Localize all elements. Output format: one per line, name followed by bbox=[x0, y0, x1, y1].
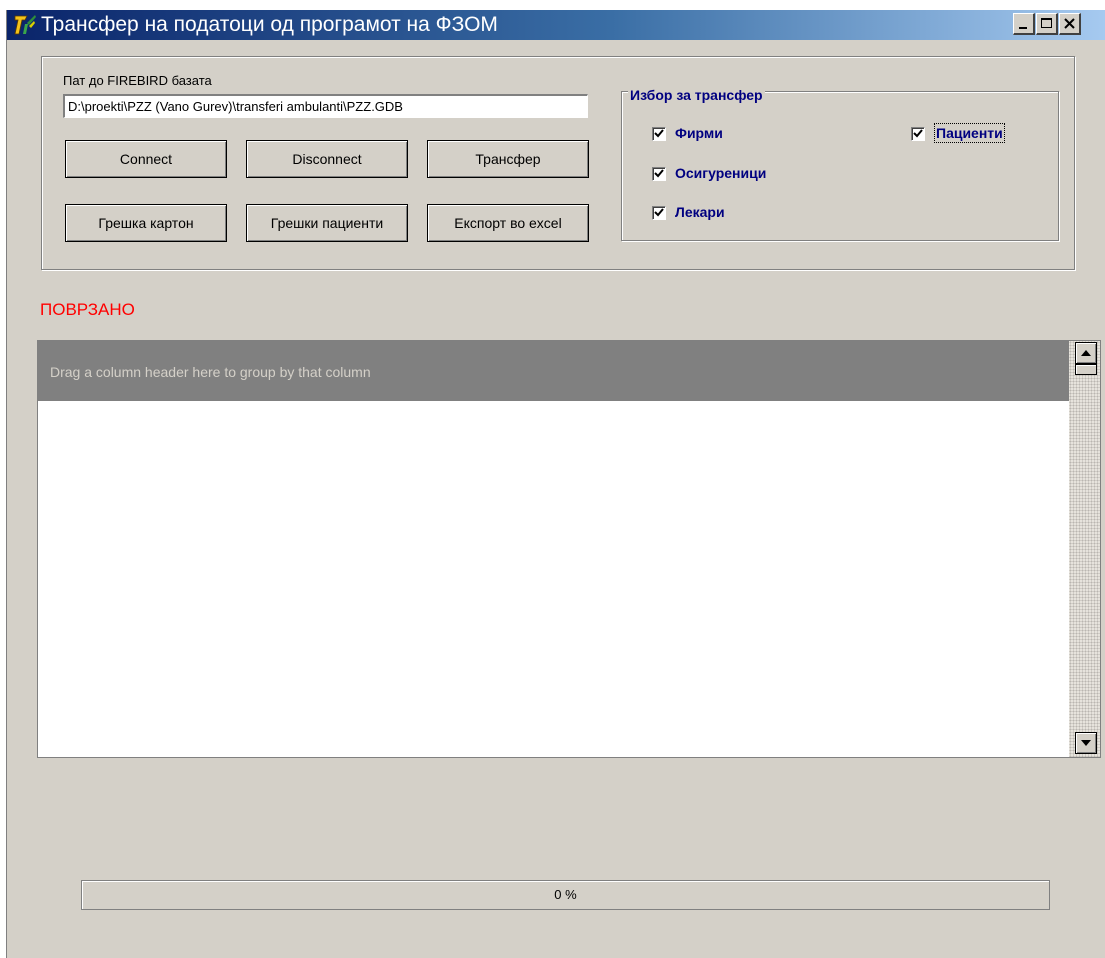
scroll-down-button[interactable] bbox=[1075, 732, 1097, 754]
insured-label[interactable]: Осигуреници bbox=[675, 165, 766, 181]
connect-button[interactable]: Connect bbox=[65, 140, 227, 178]
main-window: Трансфер на податоци од програмот на ФЗО… bbox=[6, 10, 1105, 958]
database-path-input[interactable] bbox=[63, 94, 588, 118]
maximize-icon bbox=[1041, 18, 1052, 28]
firms-label[interactable]: Фирми bbox=[675, 125, 723, 141]
scroll-up-button[interactable] bbox=[1075, 342, 1097, 364]
checkmark-icon bbox=[654, 129, 664, 138]
window-title: Трансфер на податоци од програмот на ФЗО… bbox=[41, 13, 498, 36]
minimize-icon bbox=[1019, 27, 1027, 29]
data-grid[interactable]: Drag a column header here to group by th… bbox=[37, 340, 1101, 758]
close-button[interactable] bbox=[1059, 13, 1081, 35]
arrow-up-icon bbox=[1081, 350, 1091, 356]
minimize-button[interactable] bbox=[1013, 13, 1035, 35]
group-by-panel[interactable]: Drag a column header here to group by th… bbox=[38, 341, 1069, 401]
firms-checkbox[interactable] bbox=[652, 127, 666, 141]
doctors-label[interactable]: Лекари bbox=[675, 204, 725, 220]
disconnect-button[interactable]: Disconnect bbox=[246, 140, 408, 178]
checkmark-icon bbox=[913, 129, 923, 138]
progress-text: 0 % bbox=[554, 887, 577, 902]
doctors-checkbox[interactable] bbox=[652, 206, 666, 220]
group-by-hint: Drag a column header here to group by th… bbox=[50, 364, 371, 380]
card-errors-button[interactable]: Грешка картон bbox=[65, 204, 227, 242]
checkmark-icon bbox=[654, 208, 664, 217]
path-label: Пат до FIREBIRD базата bbox=[63, 73, 212, 88]
arrow-down-icon bbox=[1081, 740, 1091, 746]
vertical-scrollbar[interactable] bbox=[1069, 341, 1100, 757]
app-logo-icon[interactable] bbox=[13, 13, 37, 37]
connection-status: ПОВРЗАНО bbox=[40, 300, 135, 319]
transfer-button[interactable]: Трансфер bbox=[427, 140, 589, 178]
checkmark-icon bbox=[654, 169, 664, 178]
patient-errors-button[interactable]: Грешки пациенти bbox=[246, 204, 408, 242]
patients-checkbox[interactable] bbox=[911, 127, 925, 141]
patients-label[interactable]: Пациенти bbox=[934, 123, 1005, 143]
transfer-selection-title: Избор за трансфер bbox=[628, 87, 765, 103]
transfer-progress-bar: 0 % bbox=[81, 880, 1050, 910]
maximize-button[interactable] bbox=[1036, 13, 1058, 35]
insured-checkbox[interactable] bbox=[652, 167, 666, 181]
title-bar[interactable]: Трансфер на податоци од програмот на ФЗО… bbox=[7, 10, 1105, 40]
export-excel-button[interactable]: Експорт во excel bbox=[427, 204, 589, 242]
scroll-thumb[interactable] bbox=[1075, 364, 1097, 375]
close-icon bbox=[1064, 18, 1075, 29]
